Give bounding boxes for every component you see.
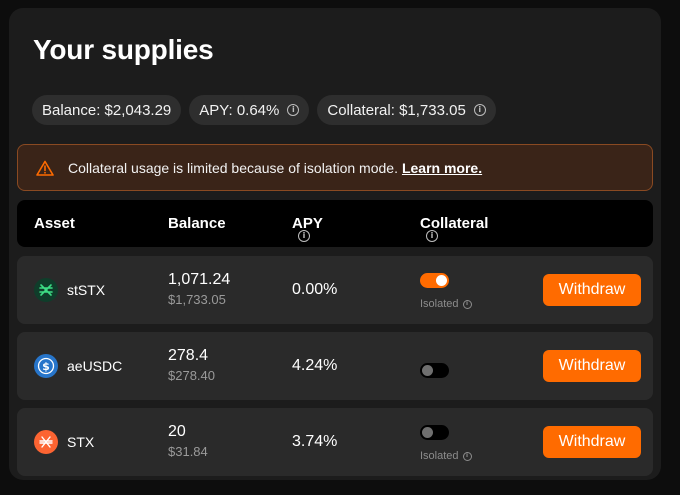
collateral-chip: Collateral: $1,733.05 i — [317, 95, 496, 125]
summary-chips: Balance: $2,043.29 APY: 0.64% i Collater… — [32, 95, 496, 125]
apy-value: 3.74% — [292, 433, 338, 450]
withdraw-button[interactable]: Withdraw — [543, 426, 641, 458]
asset-name: aeUSDC — [67, 358, 123, 374]
svg-text:$: $ — [42, 360, 50, 373]
balance-amount: 1,071.24 — [168, 271, 231, 288]
toggle-knob — [422, 427, 433, 438]
balance-value: $2,043.29 — [104, 101, 172, 119]
balance-amount: 278.4 — [168, 347, 209, 364]
isolated-badge: Isolated i — [420, 450, 472, 462]
withdraw-button[interactable]: Withdraw — [543, 350, 641, 382]
asset-cell: $ aeUSDC — [34, 354, 122, 378]
balance-usd: $1,733.05 — [168, 292, 226, 307]
balance-chip: Balance: $2,043.29 — [32, 95, 182, 125]
supplies-panel: Your supplies Balance: $2,043.29 APY: 0.… — [9, 8, 661, 480]
toggle-knob — [422, 365, 433, 376]
table-header: Asset Balance APY i Collateral i — [17, 200, 653, 247]
balance-amount: 20 — [168, 423, 186, 440]
info-icon[interactable]: i — [426, 230, 438, 242]
learn-more-link[interactable]: Learn more. — [402, 160, 482, 176]
isolation-warning: Collateral usage is limited because of i… — [17, 144, 653, 191]
withdraw-button[interactable]: Withdraw — [543, 274, 641, 306]
header-balance: Balance — [168, 215, 226, 232]
header-asset: Asset — [34, 215, 75, 232]
page-title: Your supplies — [33, 34, 214, 65]
warning-text: Collateral usage is limited because of i… — [68, 159, 398, 176]
usdc-icon: $ — [34, 354, 58, 378]
isolated-label: Isolated — [420, 298, 459, 310]
table-row: stSTX 1,071.24 $1,733.05 0.00% Isolated … — [17, 256, 653, 324]
apy-value: 0.00% — [292, 281, 338, 298]
info-icon[interactable]: i — [473, 104, 486, 116]
isolated-label: Isolated — [420, 450, 459, 462]
stx-icon — [34, 430, 58, 454]
asset-name: STX — [67, 434, 95, 450]
header-apy-group: APY i — [292, 215, 323, 242]
info-icon[interactable]: i — [287, 104, 300, 116]
warning-icon — [36, 160, 54, 176]
balance-label: Balance: — [42, 101, 101, 119]
asset-cell: stSTX — [34, 278, 105, 302]
asset-cell: STX — [34, 430, 94, 454]
balance-usd: $278.40 — [168, 368, 215, 383]
apy-value: 4.24% — [292, 357, 338, 374]
apy-label: APY: — [199, 101, 233, 119]
table-row: STX 20 $31.84 3.74% Isolated i Withdraw — [17, 408, 653, 476]
isolated-badge: Isolated i — [420, 298, 472, 310]
info-icon[interactable]: i — [462, 299, 472, 309]
info-icon[interactable]: i — [298, 230, 310, 242]
info-icon[interactable]: i — [462, 451, 472, 461]
ststx-icon — [34, 278, 58, 302]
header-apy: APY — [292, 215, 323, 232]
header-collateral-group: Collateral i — [420, 215, 488, 242]
collateral-label: Collateral: — [327, 101, 395, 119]
balance-usd: $31.84 — [168, 444, 208, 459]
toggle-knob — [436, 275, 447, 286]
asset-name: stSTX — [67, 282, 106, 298]
balance-cell: 20 $31.84 — [168, 423, 208, 459]
collateral-toggle[interactable] — [420, 363, 449, 378]
table-row: $ aeUSDC 278.4 $278.40 4.24% Withdraw — [17, 332, 653, 400]
collateral-toggle[interactable] — [420, 273, 449, 288]
collateral-value: $1,733.05 — [399, 101, 466, 119]
apy-value: 0.64% — [236, 101, 280, 119]
balance-cell: 278.4 $278.40 — [168, 347, 215, 383]
balance-cell: 1,071.24 $1,733.05 — [168, 271, 230, 307]
collateral-toggle[interactable] — [420, 425, 449, 440]
apy-chip: APY: 0.64% i — [189, 95, 310, 125]
